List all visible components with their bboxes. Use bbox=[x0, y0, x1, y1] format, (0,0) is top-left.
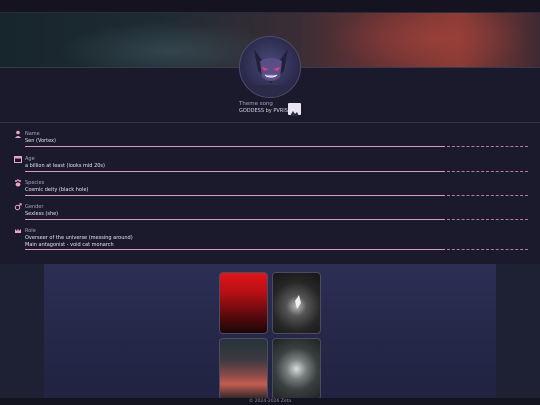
field-gender: Gender Sexless (she) bbox=[14, 203, 528, 221]
avatar[interactable] bbox=[239, 36, 301, 98]
field-value: Sexless (she) bbox=[25, 211, 59, 217]
field-label: Name bbox=[25, 131, 40, 137]
field-dashed-line bbox=[447, 171, 528, 172]
field-underline bbox=[25, 171, 445, 172]
gallery-image-red-gradient[interactable] bbox=[219, 272, 268, 334]
field-underline bbox=[25, 249, 445, 250]
demon-cat-avatar-icon bbox=[250, 49, 292, 97]
crown-icon bbox=[15, 228, 21, 233]
field-value: a billion at least (looks mid 20s) bbox=[25, 163, 105, 169]
field-label: Role bbox=[25, 228, 36, 234]
field-value: Cosmic deity (black hole) bbox=[25, 187, 89, 193]
image-icon[interactable] bbox=[288, 103, 301, 116]
gallery-image-red-clouds[interactable] bbox=[219, 338, 268, 400]
gallery-image-grey-texture[interactable] bbox=[272, 338, 321, 400]
gender-icon bbox=[14, 203, 22, 211]
field-label: Species bbox=[25, 180, 45, 186]
field-dashed-line bbox=[447, 195, 528, 196]
calendar-icon bbox=[14, 156, 22, 163]
field-dashed-line bbox=[447, 146, 528, 147]
field-role: Role Overseer of the universe (messing a… bbox=[14, 227, 528, 251]
section-divider bbox=[0, 122, 540, 123]
field-underline bbox=[25, 195, 445, 196]
top-bar bbox=[0, 0, 540, 13]
gallery-section bbox=[0, 264, 540, 405]
footer-copyright: © 2024-2026 Zeta bbox=[0, 398, 540, 405]
field-age: Age a billion at least (looks mid 20s) bbox=[14, 155, 528, 173]
field-label: Age bbox=[25, 156, 35, 162]
gallery-image-dark-figure[interactable] bbox=[272, 272, 321, 334]
field-value-line1: Overseer of the universe (messing around… bbox=[25, 235, 133, 241]
field-underline bbox=[25, 146, 445, 147]
person-icon bbox=[15, 130, 21, 138]
field-value: Sen (Vortex) bbox=[25, 138, 56, 144]
field-underline bbox=[25, 219, 445, 220]
field-dashed-line bbox=[447, 219, 528, 220]
field-label: Gender bbox=[25, 204, 44, 210]
field-dashed-line bbox=[447, 249, 528, 250]
field-name: Name Sen (Vortex) bbox=[14, 130, 528, 148]
field-species: Species Cosmic deity (black hole) bbox=[14, 179, 528, 197]
paw-icon bbox=[15, 179, 21, 187]
field-value-line2: Main antagonist - void cat monarch bbox=[25, 242, 114, 248]
